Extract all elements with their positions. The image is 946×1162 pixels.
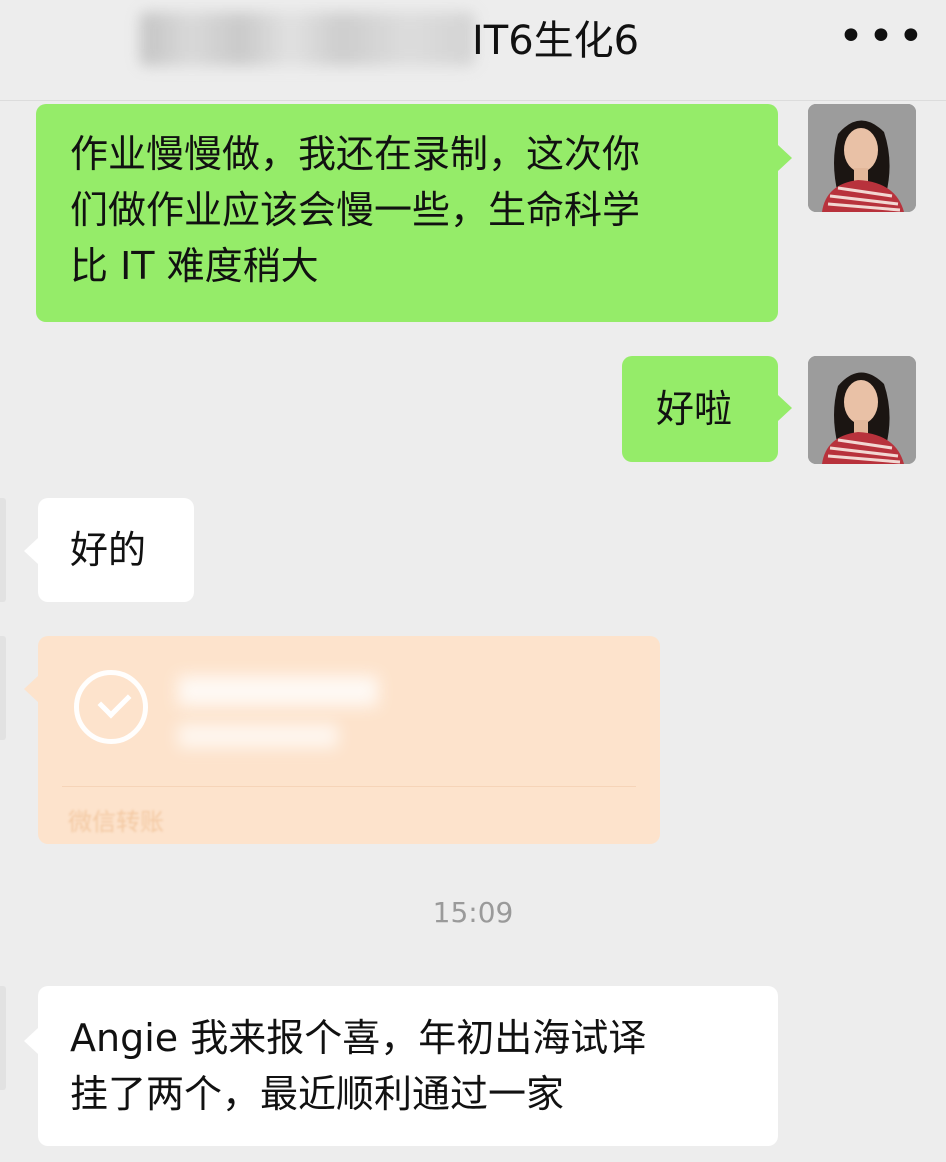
card-divider [62,786,636,787]
message-timestamp: 15:09 [432,896,514,929]
cropped-avatar-edge [0,986,6,1090]
message-line: 作业慢慢做，我还在录制，这次你 [70,132,641,176]
wechat-transfer-card[interactable]: 微信转账 [38,636,660,844]
message-line: 挂了两个，最近顺利通过一家 [70,1072,565,1116]
blurred-contact-name [140,12,475,66]
message-line: 比 IT 难度稍大 [70,244,319,288]
chat-header: IT6生化6 ••• [0,0,946,101]
message-line: 们做作业应该会慢一些，生命科学 [70,188,641,232]
received-message-bubble[interactable]: Angie 我来报个喜，年初出海试译 挂了两个，最近顺利通过一家 [38,986,778,1146]
bubble-tail [778,395,792,421]
user-avatar[interactable] [808,356,916,464]
cropped-avatar-edge [0,636,6,740]
sent-message-bubble[interactable]: 好啦 [622,356,778,462]
received-message-bubble[interactable]: 好的 [38,498,194,602]
chat-title[interactable]: IT6生化6 [472,14,639,68]
bubble-tail [24,538,38,564]
bubble-tail [778,145,792,171]
message-line: Angie 我来报个喜，年初出海试译 [70,1016,647,1060]
user-avatar[interactable] [808,104,916,212]
blurred-status [178,724,338,748]
bubble-tail [24,1028,38,1054]
message-text: 好啦 [656,387,733,431]
blurred-amount [178,676,378,706]
avatar-portrait-icon [808,356,916,464]
avatar-portrait-icon [808,104,916,212]
cropped-avatar-edge [0,498,6,602]
sent-message-bubble[interactable]: 作业慢慢做，我还在录制，这次你 们做作业应该会慢一些，生命科学 比 IT 难度稍… [36,104,778,322]
more-options-icon[interactable]: ••• [838,15,924,62]
message-text: 好的 [70,528,147,572]
bubble-tail [24,676,38,702]
transfer-label: 微信转账 [68,808,164,836]
